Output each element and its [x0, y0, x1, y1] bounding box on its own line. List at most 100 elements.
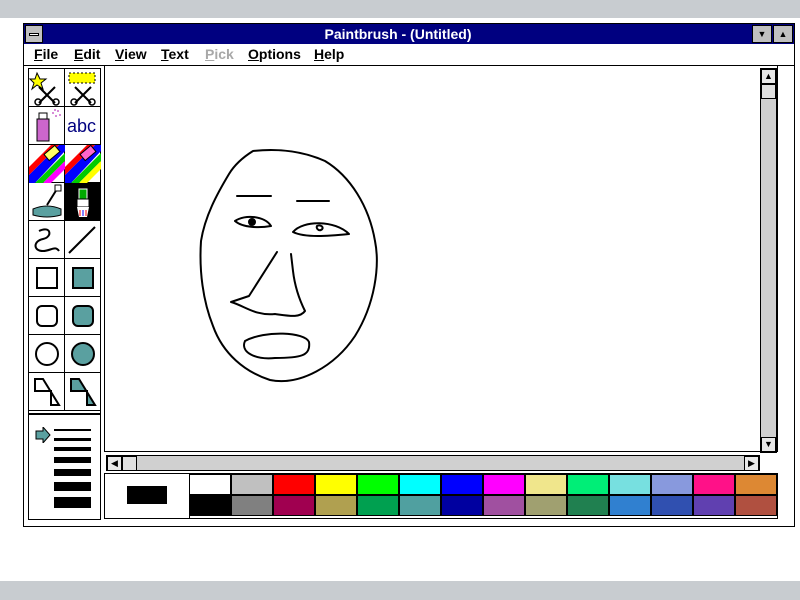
tool-eraser[interactable]: [65, 145, 101, 183]
palette-swatch[interactable]: [399, 495, 441, 516]
tool-filled-polygon[interactable]: [65, 373, 101, 411]
maximize-button[interactable]: ▲: [773, 25, 793, 43]
menu-file[interactable]: File: [34, 46, 58, 62]
paintbrush-window: Paintbrush - (Untitled) ▼ ▲ File Edit Vi…: [23, 23, 795, 527]
rounded-box-icon: [36, 305, 58, 327]
horizontal-scroll-thumb[interactable]: [122, 456, 137, 471]
tool-color-eraser[interactable]: [29, 145, 65, 183]
circle-ellipse-icon: [35, 342, 59, 366]
line-size-option-5[interactable]: [54, 469, 91, 476]
color-eraser-icon: [29, 145, 65, 183]
tool-brush[interactable]: [65, 183, 101, 221]
tool-box[interactable]: [29, 259, 65, 297]
palette-swatch[interactable]: [189, 495, 231, 516]
tool-text[interactable]: abc: [65, 107, 101, 145]
svg-text:abc: abc: [67, 116, 96, 136]
line-size-option-3[interactable]: [54, 447, 91, 451]
palette-swatch[interactable]: [441, 474, 483, 495]
desktop-top-strip: [0, 0, 800, 18]
tool-curve[interactable]: [29, 221, 65, 259]
curve-icon: [34, 228, 60, 253]
palette-swatch[interactable]: [483, 495, 525, 516]
toolbox: abc: [28, 68, 101, 414]
menu-edit[interactable]: Edit: [74, 46, 100, 62]
system-menu-button[interactable]: [25, 25, 43, 43]
palette-swatch[interactable]: [189, 474, 231, 495]
current-colors-indicator: [105, 474, 190, 518]
tool-polygon[interactable]: [29, 373, 65, 411]
vertical-scroll-thumb[interactable]: [761, 84, 776, 99]
palette-swatch[interactable]: [567, 495, 609, 516]
arrow-left-icon[interactable]: ◀: [107, 456, 122, 471]
color-palette: [104, 473, 778, 519]
filled-circle-ellipse-icon: [71, 342, 95, 366]
menu-text[interactable]: Text: [161, 46, 189, 62]
tool-airbrush[interactable]: [29, 107, 65, 145]
vertical-scrollbar[interactable]: ▲ ▼: [760, 68, 777, 453]
minimize-button[interactable]: ▼: [752, 25, 772, 43]
tool-filled-circle[interactable]: [65, 335, 101, 373]
title-bar[interactable]: Paintbrush - (Untitled) ▼ ▲: [24, 24, 794, 44]
menu-help[interactable]: Help: [314, 46, 344, 62]
face-drawing: [199, 149, 378, 383]
menu-pick: Pick: [205, 46, 234, 62]
horizontal-scrollbar[interactable]: ◀ ▶: [106, 455, 760, 471]
pick-rectangle-select-icon: [68, 72, 96, 106]
palette-swatch[interactable]: [651, 474, 693, 495]
palette-swatch[interactable]: [693, 495, 735, 516]
palette-swatch[interactable]: [693, 474, 735, 495]
palette-swatch[interactable]: [357, 474, 399, 495]
palette-swatch[interactable]: [357, 495, 399, 516]
eraser-icon: [65, 145, 101, 183]
menu-view[interactable]: View: [115, 46, 147, 62]
window-title: Paintbrush - (Untitled): [324, 26, 472, 42]
right-arrow-icon: [35, 427, 51, 443]
desktop-bottom-strip: [0, 581, 800, 600]
airbrush-icon: [36, 109, 61, 142]
arrow-right-icon[interactable]: ▶: [744, 456, 759, 471]
palette-swatch[interactable]: [567, 474, 609, 495]
menu-options[interactable]: Options: [248, 46, 301, 62]
line-size-option-2[interactable]: [54, 438, 91, 441]
palette-swatch[interactable]: [483, 474, 525, 495]
tool-rounded-box[interactable]: [29, 297, 65, 335]
line-size-box: [28, 414, 101, 520]
brush-icon: [76, 188, 90, 217]
menu-bar: File Edit View Text Pick Options Help: [24, 44, 794, 66]
foreground-color: [127, 486, 167, 504]
tool-pick[interactable]: [65, 69, 101, 107]
palette-swatch[interactable]: [651, 495, 693, 516]
palette-swatch[interactable]: [231, 474, 273, 495]
tool-paint-roller[interactable]: [29, 183, 65, 221]
line-size-option-7[interactable]: [54, 497, 91, 508]
box-icon: [36, 267, 58, 289]
arrow-down-icon[interactable]: ▼: [761, 437, 776, 452]
palette-swatch[interactable]: [525, 474, 567, 495]
palette-swatch[interactable]: [609, 495, 651, 516]
line-icon: [68, 226, 96, 254]
arrow-up-icon[interactable]: ▲: [761, 69, 776, 84]
line-size-option-1[interactable]: [54, 429, 91, 431]
tool-circle[interactable]: [29, 335, 65, 373]
palette-swatch[interactable]: [441, 495, 483, 516]
palette-swatch[interactable]: [315, 474, 357, 495]
tool-filled-box[interactable]: [65, 259, 101, 297]
palette-swatch[interactable]: [735, 474, 777, 495]
palette-swatch[interactable]: [273, 474, 315, 495]
tool-filled-rounded-box[interactable]: [65, 297, 101, 335]
drawing-canvas[interactable]: [104, 65, 778, 452]
palette-swatch[interactable]: [273, 495, 315, 516]
paint-roller-icon: [32, 184, 62, 218]
filled-rounded-box-icon: [72, 305, 94, 327]
palette-swatch[interactable]: [315, 495, 357, 516]
palette-swatch[interactable]: [231, 495, 273, 516]
palette-swatch[interactable]: [609, 474, 651, 495]
tool-line[interactable]: [65, 221, 101, 259]
line-size-option-6[interactable]: [54, 482, 91, 491]
filled-polygon-icon: [70, 378, 97, 406]
palette-swatch[interactable]: [399, 474, 441, 495]
line-size-option-4[interactable]: [54, 457, 91, 463]
palette-swatch[interactable]: [525, 495, 567, 516]
tool-scissors[interactable]: [29, 69, 65, 107]
palette-swatch[interactable]: [735, 495, 777, 516]
